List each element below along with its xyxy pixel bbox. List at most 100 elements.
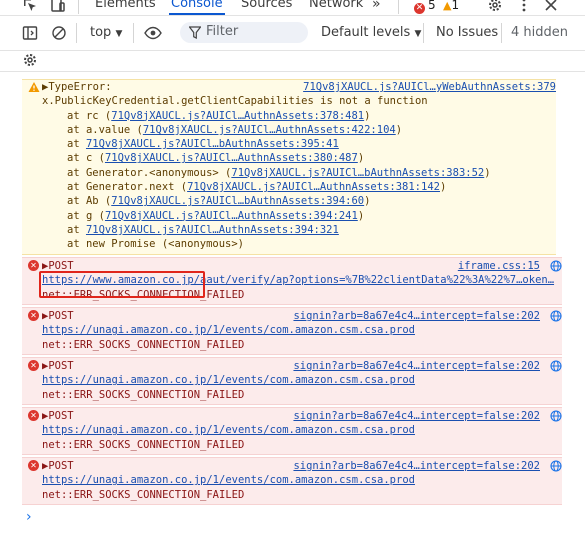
stack-frame: at 71Qv8jXAUCL.js?AUICl…bAuthnAssets:395… (42, 137, 556, 151)
stack-frame-function: at Generator.<anonymous> ( (67, 166, 232, 179)
stack-frame-link[interactable]: 71Qv8jXAUCL.js?AUICl…AuthnAssets:422:104 (143, 124, 396, 136)
tab-network[interactable]: Network (309, 0, 363, 11)
stack-frame: at a.value (71Qv8jXAUCL.js?AUICl…AuthnAs… (42, 123, 556, 137)
stack-frame-suffix: ) (364, 109, 371, 122)
warning-count-badge[interactable]: ▲1 (443, 0, 459, 12)
stack-frame-suffix: ) (357, 209, 365, 222)
filter-input[interactable]: Filter (180, 22, 308, 43)
console-error-message: ✕ ▶POST signin?arb=8a67e4c4…intercept=fals… (22, 407, 562, 455)
stack-frame-link[interactable]: 71Qv8jXAUCL.js?AUICl…AuthnAssets:380:487 (105, 152, 358, 164)
error-url-row: https://unagi.amazon.co.jp/1/events/com.… (42, 323, 540, 337)
error-url-row: https://unagi.amazon.co.jp/1/events/com.… (42, 473, 540, 487)
divider (78, 0, 79, 14)
error-icon: ✕ (28, 310, 39, 321)
error-count-badge[interactable]: ✕ 5 (414, 0, 436, 14)
stack-frame: at Generator.<anonymous> (71Qv8jXAUCL.js… (42, 166, 556, 180)
stack-frame-link[interactable]: 71Qv8jXAUCL.js?AUICl…AuthnAssets:394:321 (86, 224, 339, 236)
error-header: ✕ ▶POST signin?arb=8a67e4c4…intercept=fals… (28, 459, 562, 473)
stack-frame-link[interactable]: 71Qv8jXAUCL.js?AUICl…bAuthnAssets:395:41 (86, 138, 339, 150)
log-levels-dropdown[interactable]: Default levels ▼ (321, 25, 421, 40)
live-expression-eye-icon[interactable] (144, 25, 162, 41)
stack-frame: at Generator.next (71Qv8jXAUCL.js?AUICl…… (42, 180, 556, 194)
stack-frame: at Ab (71Qv8jXAUCL.js?AUICl…bAuthnAssets… (42, 194, 556, 208)
request-method: POST (48, 410, 74, 422)
request-url-link[interactable]: https://unagi.amazon.co.jp/1/events/com.… (42, 474, 415, 486)
error-url-row: https://unagi.amazon.co.jp/1/events/com.… (42, 423, 540, 437)
network-request-icon[interactable] (550, 260, 562, 272)
stack-frame-link[interactable]: 71Qv8jXAUCL.js?AUICl…bAuthnAssets:394:60 (111, 195, 364, 207)
sidebar-toggle-icon[interactable] (22, 25, 38, 41)
hidden-messages-count: 4 hidden (511, 25, 568, 40)
stack-frame-link[interactable]: 71Qv8jXAUCL.js?AUICl…AuthnAssets:378:481 (111, 110, 364, 122)
inspect-element-icon[interactable] (22, 0, 38, 13)
console-error-message: ✕ ▶POST signin?arb=8a67e4c4…intercept=fals… (22, 457, 562, 505)
stack-frame-suffix: ) (439, 181, 447, 194)
error-source-link[interactable]: signin?arb=8a67e4c4…intercept=false:202 (293, 459, 540, 473)
stack-frame-function: at (67, 138, 86, 151)
error-source-link[interactable]: signin?arb=8a67e4c4…intercept=false:202 (293, 359, 540, 373)
network-request-icon[interactable] (550, 410, 562, 422)
more-tabs-chevron-icon[interactable]: » (372, 0, 381, 12)
stack-trace: at rc (71Qv8jXAUCL.js?AUICl…AuthnAssets:… (42, 109, 556, 252)
dropdown-arrow-icon: ▼ (115, 29, 123, 39)
console-prompt-chevron[interactable]: › (26, 509, 32, 525)
highlight-box (39, 271, 205, 298)
error-source-link[interactable]: iframe.css:15 (458, 259, 540, 273)
close-devtools-icon[interactable] (543, 0, 559, 13)
warning-icon (28, 82, 40, 92)
stack-frame-suffix: ) (484, 166, 491, 179)
error-status-text: net::ERR_SOCKS_CONNECTION_FAILED (42, 488, 245, 501)
network-request-icon[interactable] (550, 310, 562, 322)
network-request-icon[interactable] (550, 360, 562, 372)
divider (133, 23, 134, 43)
error-source-link[interactable]: signin?arb=8a67e4c4…intercept=false:202 (293, 409, 540, 423)
error-icon: ✕ (28, 360, 39, 371)
error-status-text: net::ERR_SOCKS_CONNECTION_FAILED (42, 338, 245, 351)
stack-frame-function: at g ( (67, 209, 105, 222)
error-status-text: net::ERR_SOCKS_CONNECTION_FAILED (42, 438, 245, 451)
warning-source-link[interactable]: 71Qv8jXAUCL.js?AUICl…yWebAuthnAssets:379 (303, 80, 556, 94)
error-source-link[interactable]: signin?arb=8a67e4c4…intercept=false:202 (293, 309, 540, 323)
error-icon: ✕ (28, 260, 39, 271)
request-method: POST (48, 460, 74, 472)
stack-frame-function: at (67, 223, 86, 236)
request-method: POST (48, 360, 74, 372)
stack-frame-suffix: ) (395, 123, 403, 136)
request-url-link[interactable]: https://unagi.amazon.co.jp/1/events/com.… (42, 324, 415, 336)
console-settings-row (0, 51, 585, 72)
stack-frame: at c (71Qv8jXAUCL.js?AUICl…AuthnAssets:3… (42, 151, 556, 165)
stack-frame-function: at a.value ( (67, 123, 143, 136)
stack-frame-function: at new Promise (<anonymous>) (67, 238, 245, 251)
more-options-kebab-icon[interactable] (516, 0, 532, 13)
clear-console-icon[interactable] (51, 25, 67, 41)
error-icon: ✕ (414, 3, 425, 14)
tab-console[interactable]: Console (169, 0, 225, 15)
tab-sources[interactable]: Sources (241, 0, 292, 11)
issues-counter[interactable]: No Issues (436, 25, 498, 40)
console-toolbar: top ▼ Filter Default levels ▼ No Issues … (0, 16, 585, 51)
context-selector[interactable]: top ▼ (90, 25, 122, 40)
divider (398, 0, 399, 14)
stack-frame: at 71Qv8jXAUCL.js?AUICl…AuthnAssets:394:… (42, 223, 556, 237)
stack-frame-function: at Ab ( (67, 195, 112, 208)
console-error-message: ✕ ▶POST signin?arb=8a67e4c4…intercept=fals… (22, 357, 562, 405)
console-settings-gear-icon[interactable] (22, 52, 38, 68)
console-error-message: ✕ ▶POST signin?arb=8a67e4c4…intercept=fals… (22, 307, 562, 355)
divider (501, 23, 502, 43)
error-icon: ✕ (28, 460, 39, 471)
stack-frame-suffix: ) (364, 195, 371, 208)
request-url-link[interactable]: https://unagi.amazon.co.jp/1/events/com.… (42, 424, 415, 436)
tab-elements[interactable]: Elements (95, 0, 156, 11)
stack-frame: at new Promise (<anonymous>) (42, 237, 556, 251)
stack-frame-function: at c ( (67, 152, 105, 165)
stack-frame-link[interactable]: 71Qv8jXAUCL.js?AUICl…bAuthnAssets:383:52 (231, 167, 484, 179)
request-url-link[interactable]: https://unagi.amazon.co.jp/1/events/com.… (42, 374, 415, 386)
error-header: ✕ ▶POST signin?arb=8a67e4c4…intercept=fals… (28, 359, 562, 373)
settings-gear-icon[interactable] (487, 0, 503, 13)
network-request-icon[interactable] (550, 460, 562, 472)
device-toolbar-icon[interactable] (50, 0, 66, 13)
stack-frame-link[interactable]: 71Qv8jXAUCL.js?AUICl…AuthnAssets:381:142 (187, 181, 440, 193)
error-status-text: net::ERR_SOCKS_CONNECTION_FAILED (42, 388, 245, 401)
error-header: ✕ ▶POST signin?arb=8a67e4c4…intercept=fals… (28, 309, 562, 323)
stack-frame-link[interactable]: 71Qv8jXAUCL.js?AUICl…AuthnAssets:394:241 (105, 210, 358, 222)
